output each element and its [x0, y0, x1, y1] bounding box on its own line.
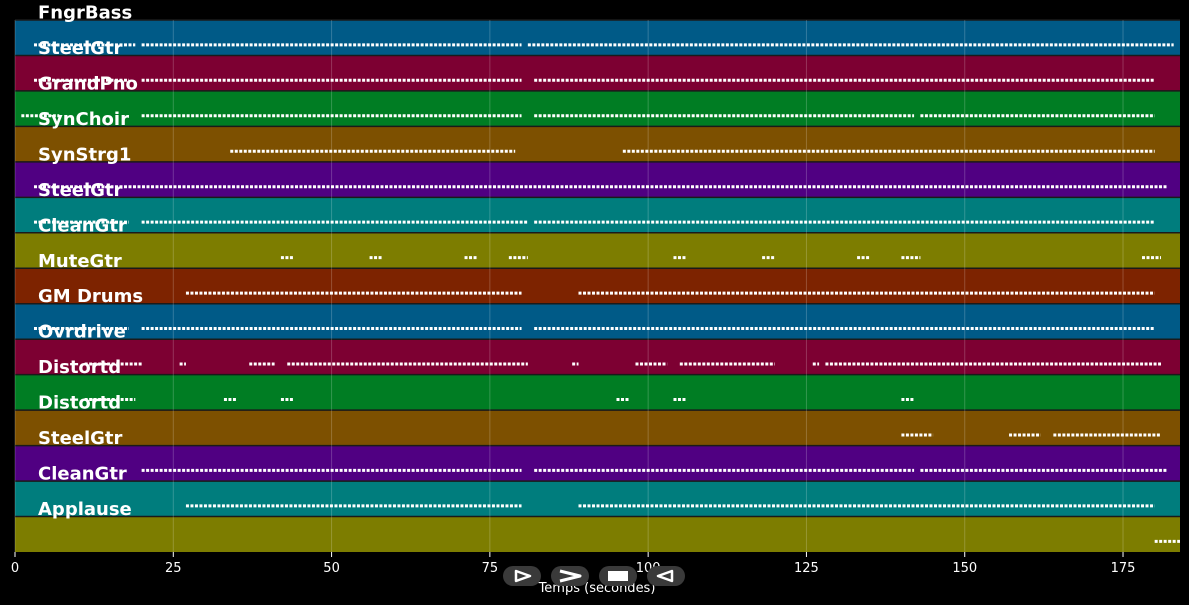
reverse-button[interactable]: [647, 566, 685, 586]
track-label: Ovrdrive: [38, 322, 126, 343]
track-lane: [15, 232, 1180, 269]
x-tick-label: 0: [11, 561, 19, 576]
track-label: SynStrg1: [38, 144, 131, 165]
track-label: GrandPno: [38, 73, 138, 94]
track-lane: [15, 516, 1180, 552]
track-lane: [15, 374, 1180, 411]
track-lane: [15, 197, 1180, 233]
track-lane: [15, 481, 1180, 517]
track-label: GM Drums: [38, 286, 143, 307]
rewind-icon: [514, 569, 532, 583]
track-label: FngrBass: [38, 3, 132, 24]
rewind-button[interactable]: [503, 566, 541, 586]
track-lane: [15, 303, 1180, 340]
play-button[interactable]: [551, 566, 589, 586]
x-tick-label: 175: [1111, 561, 1136, 576]
track-lane: [15, 339, 1180, 375]
x-tick-label: 25: [165, 561, 182, 576]
track-lane: [15, 161, 1180, 198]
piano-roll-chart: FngrBass SteelGtr GrandPno SynChoir SynStrg1…: [11, 3, 1180, 596]
track-label: SynChoir: [38, 109, 129, 130]
track-label: CleanGtr: [38, 215, 127, 236]
x-tick-label: 75: [482, 561, 499, 576]
x-tick-label: 50: [323, 561, 340, 576]
track-label: Applause: [38, 499, 132, 520]
track-label: MuteGtr: [38, 251, 122, 272]
track-lane: [15, 410, 1180, 446]
track-lane: [15, 90, 1180, 127]
track-lane: [15, 445, 1180, 482]
track-lane: [15, 126, 1180, 162]
track-lane: [15, 55, 1180, 91]
stop-icon: [608, 571, 628, 581]
track-lane: [15, 20, 1180, 56]
track-label: CleanGtr: [38, 464, 127, 485]
track-label: Distortd: [38, 393, 121, 414]
track-label: SteelGtr: [38, 428, 123, 449]
track-label: SteelGtr: [38, 38, 123, 59]
track-label: Distortd: [38, 357, 121, 378]
x-tick-label: 150: [952, 561, 977, 576]
track-lanes: [15, 19, 1180, 552]
stop-button[interactable]: [599, 566, 637, 586]
x-tick-label: 125: [794, 561, 819, 576]
track-lane: [15, 268, 1180, 304]
play-icon: [559, 569, 582, 583]
reverse-icon: [656, 569, 674, 583]
track-label: SteelGtr: [38, 180, 123, 201]
